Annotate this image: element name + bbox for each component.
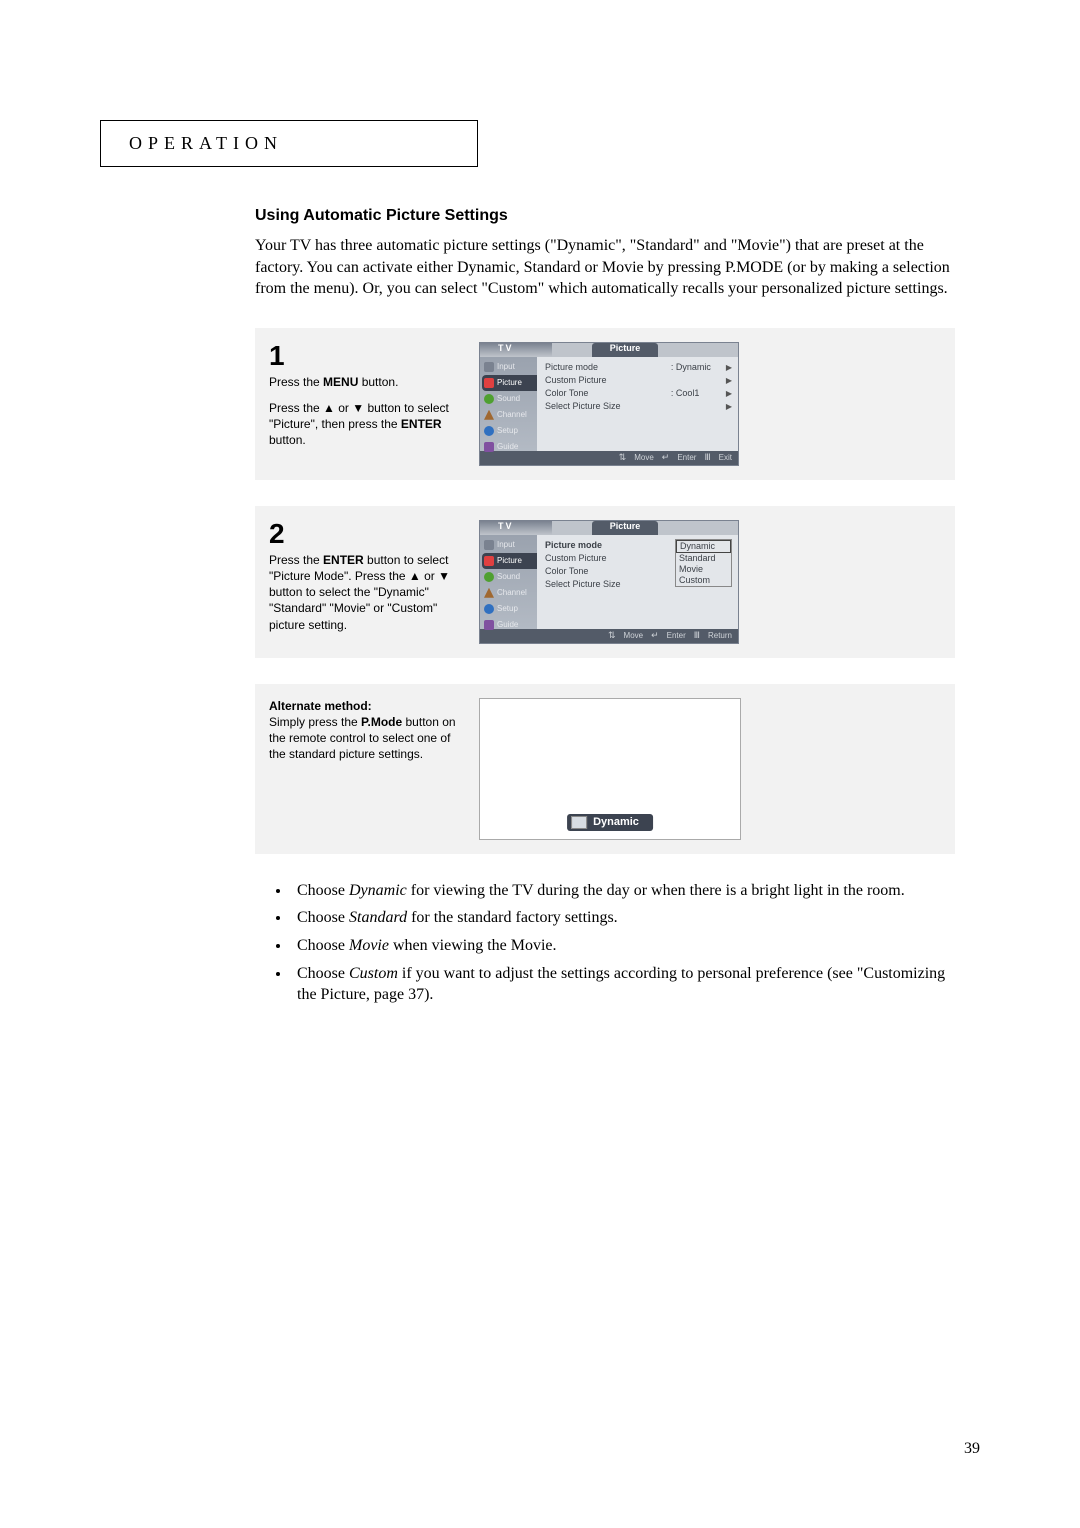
osd-tab-label: Picture <box>592 343 659 357</box>
picture-icon <box>484 378 494 388</box>
list-item: Choose Movie when viewing the Movie. <box>291 935 955 957</box>
step-2-instruction: Press the ENTER button to select "Pictur… <box>269 552 469 633</box>
list-item: Choose Dynamic for viewing the TV during… <box>291 880 955 902</box>
osd-tv-label: TV <box>480 521 552 535</box>
enter-icon: ↵ <box>651 630 659 641</box>
section-header-box: OPERATION <box>100 120 478 167</box>
arrow-right-icon: ▶ <box>726 389 732 398</box>
osd-screenshot-2: TV Picture Input Picture Sound Channel S… <box>479 520 739 644</box>
osd-screenshot-1: TV Picture Input Picture Sound Channel S… <box>479 342 739 466</box>
pmode-screenshot: Dynamic <box>479 698 741 840</box>
setup-icon <box>484 604 494 614</box>
step-1-instruction-a: Press the MENU button. <box>269 374 469 390</box>
picture-mode-dropdown: Dynamic Standard Movie Custom <box>675 539 732 587</box>
alternate-method-title: Alternate method: <box>269 698 469 714</box>
picture-mode-icon <box>571 816 587 829</box>
sound-icon <box>484 572 494 582</box>
osd-main-panel: Picture mode: Dynamic▶ Custom Picture▶ C… <box>537 357 738 451</box>
input-icon <box>484 362 494 372</box>
step-number-1: 1 <box>269 342 469 370</box>
guide-icon <box>484 620 494 630</box>
osd-main-panel: Picture mode Custom Picture Color Tone S… <box>537 535 738 629</box>
page-number: 39 <box>964 1440 980 1458</box>
step-1-instruction-b: Press the ▲ or ▼ button to select "Pictu… <box>269 400 469 449</box>
step-block-1: 1 Press the MENU button. Press the ▲ or … <box>255 328 955 480</box>
arrow-right-icon: ▶ <box>726 363 732 372</box>
guide-icon <box>484 442 494 452</box>
step-block-2: 2 Press the ENTER button to select "Pict… <box>255 506 955 658</box>
channel-icon <box>484 410 494 420</box>
list-item: Choose Standard for the standard factory… <box>291 907 955 929</box>
intro-paragraph: Your TV has three automatic picture sett… <box>255 235 955 300</box>
osd-tv-label: TV <box>480 343 552 357</box>
channel-icon <box>484 588 494 598</box>
list-item: Choose Custom if you want to adjust the … <box>291 963 955 1006</box>
pmode-label: Dynamic <box>593 816 639 828</box>
pmode-indicator: Dynamic <box>567 814 653 831</box>
page-title: Using Automatic Picture Settings <box>255 207 955 225</box>
input-icon <box>484 540 494 550</box>
osd-sidebar: Input Picture Sound Channel Setup Guide <box>480 357 537 451</box>
section-header-title: OPERATION <box>129 133 283 153</box>
enter-icon: ↵ <box>662 452 670 463</box>
updown-icon: ⇅ <box>608 630 616 641</box>
setup-icon <box>484 426 494 436</box>
osd-sidebar: Input Picture Sound Channel Setup Guide <box>480 535 537 629</box>
mode-description-list: Choose Dynamic for viewing the TV during… <box>255 880 955 1006</box>
arrow-right-icon: ▶ <box>726 376 732 385</box>
alternate-method-block: Alternate method: Simply press the P.Mod… <box>255 684 955 854</box>
exit-icon: Ⅲ <box>704 452 710 463</box>
alternate-method-text: Simply press the P.Mode button on the re… <box>269 714 469 763</box>
step-number-2: 2 <box>269 520 469 548</box>
picture-icon <box>484 556 494 566</box>
arrow-right-icon: ▶ <box>726 402 732 411</box>
osd-tab-label: Picture <box>592 521 659 535</box>
updown-icon: ⇅ <box>619 452 627 463</box>
return-icon: Ⅲ <box>694 630 700 641</box>
sound-icon <box>484 394 494 404</box>
